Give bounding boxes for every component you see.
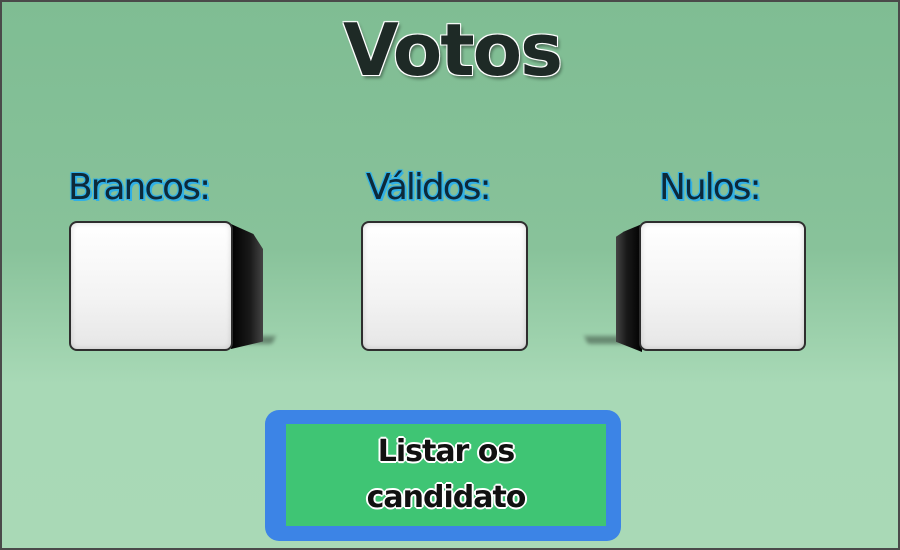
brancos-count-field[interactable] [69,221,233,351]
votes-window: Votos Brancos: Válidos: Nulos: Listar os… [0,0,900,550]
nulos-label: Nulos: [659,167,762,208]
list-candidates-button-face[interactable]: Listar os candidato [286,424,606,526]
list-candidates-button-label: Listar os candidato [366,434,527,515]
validos-count-field[interactable] [361,221,528,351]
validos-label: Válidos: [366,167,492,208]
brancos-label: Brancos: [68,167,211,208]
list-candidates-button[interactable]: Listar os candidato [265,410,621,541]
brancos-box-shadow [231,224,263,349]
nulos-count-field[interactable] [639,221,806,351]
page-title: Votos [343,8,563,92]
